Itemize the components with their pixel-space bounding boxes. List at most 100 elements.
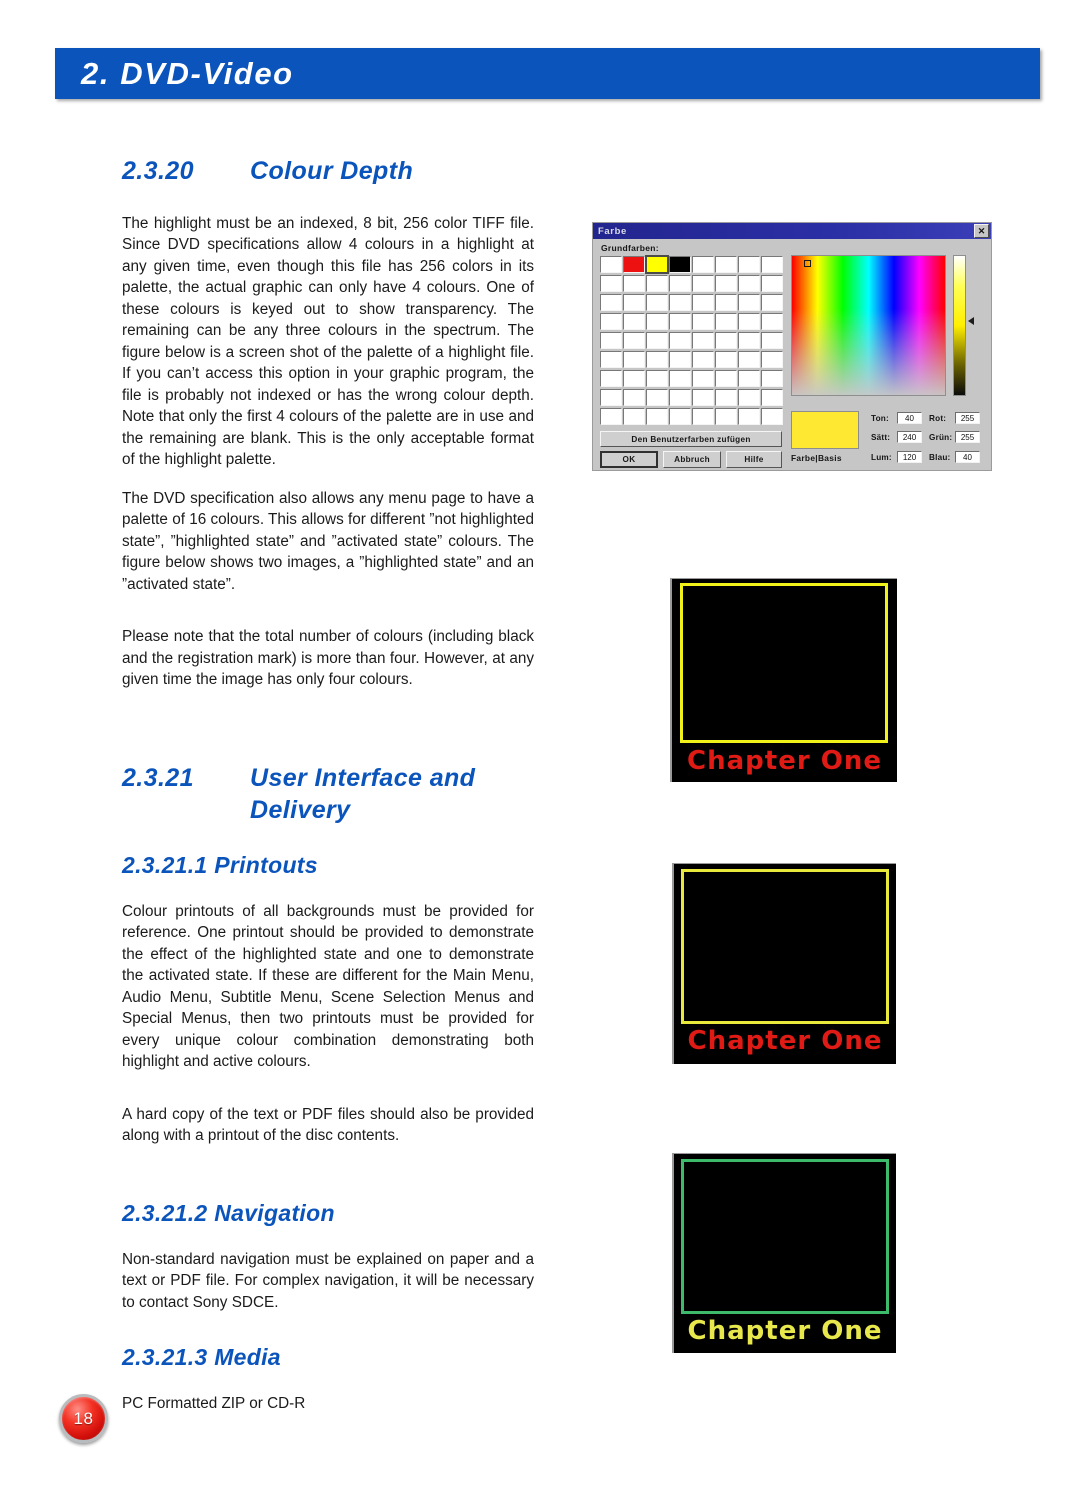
page-number: 18 (73, 1408, 94, 1428)
color-swatch[interactable] (738, 389, 760, 406)
figure-menu-highlighted-state: Chapter One (670, 578, 897, 782)
color-swatch[interactable] (715, 313, 737, 330)
help-button[interactable]: Hilfe (726, 451, 782, 468)
color-swatch[interactable] (646, 370, 668, 387)
ok-button[interactable]: OK (600, 451, 658, 468)
color-swatch[interactable] (738, 313, 760, 330)
color-swatch[interactable] (761, 294, 783, 311)
menu-caption: Chapter One (687, 746, 882, 776)
color-swatch[interactable] (623, 256, 645, 273)
saturation-input[interactable]: 240 (897, 431, 922, 443)
color-swatch[interactable] (600, 313, 622, 330)
color-swatch[interactable] (646, 275, 668, 292)
color-swatch[interactable] (623, 294, 645, 311)
color-swatch[interactable] (646, 389, 668, 406)
color-swatch[interactable] (669, 294, 691, 311)
color-swatch[interactable] (600, 275, 622, 292)
color-swatch[interactable] (623, 408, 645, 425)
color-swatch[interactable] (761, 256, 783, 273)
hue-input[interactable]: 40 (897, 412, 922, 424)
color-swatch[interactable] (761, 370, 783, 387)
color-swatch[interactable] (669, 332, 691, 349)
paragraph-media-1: PC Formatted ZIP or CD-R (122, 1394, 306, 1412)
color-field-cursor-icon[interactable] (804, 260, 811, 267)
color-swatch[interactable] (669, 256, 691, 273)
color-swatch[interactable] (623, 370, 645, 387)
color-swatch[interactable] (738, 370, 760, 387)
color-swatch[interactable] (600, 389, 622, 406)
figure-menu-green-state: Chapter One (672, 1153, 896, 1353)
hue-saturation-field[interactable] (791, 255, 946, 396)
close-icon[interactable]: ✕ (974, 224, 989, 238)
color-swatch[interactable] (623, 313, 645, 330)
red-input[interactable]: 255 (955, 412, 980, 424)
menu-highlight-frame (681, 869, 889, 1024)
color-swatch[interactable] (623, 332, 645, 349)
color-swatch[interactable] (715, 256, 737, 273)
color-swatch[interactable] (646, 313, 668, 330)
color-swatch[interactable] (623, 351, 645, 368)
color-swatch[interactable] (646, 294, 668, 311)
luminance-slider[interactable] (953, 255, 966, 396)
blue-input[interactable]: 40 (955, 451, 980, 463)
color-swatch[interactable] (692, 351, 714, 368)
color-swatch[interactable] (715, 389, 737, 406)
luminance-slider-thumb-icon[interactable] (968, 317, 974, 325)
add-custom-colors-button[interactable]: Den Benutzerfarben zufügen (600, 431, 782, 447)
color-swatch[interactable] (692, 256, 714, 273)
color-swatch[interactable] (600, 370, 622, 387)
color-swatch[interactable] (692, 332, 714, 349)
color-swatch[interactable] (761, 332, 783, 349)
color-swatch[interactable] (761, 351, 783, 368)
color-swatch[interactable] (761, 389, 783, 406)
color-swatch[interactable] (715, 294, 737, 311)
color-swatch[interactable] (669, 313, 691, 330)
color-swatch[interactable] (715, 351, 737, 368)
color-swatch[interactable] (669, 389, 691, 406)
color-swatch[interactable] (600, 294, 622, 311)
color-swatch[interactable] (692, 294, 714, 311)
color-swatch[interactable] (761, 275, 783, 292)
color-swatch[interactable] (715, 370, 737, 387)
color-swatch[interactable] (623, 389, 645, 406)
color-swatch[interactable] (692, 275, 714, 292)
color-swatch[interactable] (669, 370, 691, 387)
color-swatch[interactable] (692, 313, 714, 330)
color-swatch[interactable] (692, 408, 714, 425)
color-swatch[interactable] (646, 332, 668, 349)
color-preview-label: Farbe|Basis (791, 453, 842, 463)
paragraph-navigation-1: Non-standard navigation must be explaine… (122, 1250, 534, 1311)
luminance-input[interactable]: 120 (897, 451, 922, 463)
color-swatch[interactable] (715, 408, 737, 425)
color-swatch[interactable] (600, 408, 622, 425)
color-swatch[interactable] (715, 275, 737, 292)
color-swatch[interactable] (669, 408, 691, 425)
color-swatch[interactable] (738, 332, 760, 349)
color-swatch[interactable] (669, 275, 691, 292)
color-swatch[interactable] (623, 275, 645, 292)
color-swatch[interactable] (646, 351, 668, 368)
basic-colors-grid[interactable] (600, 255, 783, 425)
green-input[interactable]: 255 (955, 431, 980, 443)
color-swatch[interactable] (600, 332, 622, 349)
color-swatch[interactable] (692, 389, 714, 406)
color-swatch[interactable] (600, 256, 622, 273)
color-swatch[interactable] (645, 255, 669, 274)
color-swatch[interactable] (738, 275, 760, 292)
luminance-label: Lum: (871, 452, 892, 462)
color-swatch[interactable] (715, 332, 737, 349)
color-swatch[interactable] (761, 408, 783, 425)
color-swatch[interactable] (738, 351, 760, 368)
hue-label: Ton: (871, 413, 889, 423)
color-swatch[interactable] (738, 294, 760, 311)
cancel-button[interactable]: Abbruch (663, 451, 721, 468)
color-swatch[interactable] (669, 351, 691, 368)
color-swatch[interactable] (738, 256, 760, 273)
color-swatch[interactable] (600, 351, 622, 368)
subsection-heading-navigation: 2.3.21.2 Navigation (122, 1199, 335, 1226)
text-column: 2.3.20 Colour Depth The highlight must b… (122, 155, 534, 1414)
color-swatch[interactable] (738, 408, 760, 425)
color-swatch[interactable] (646, 408, 668, 425)
color-swatch[interactable] (761, 313, 783, 330)
color-swatch[interactable] (692, 370, 714, 387)
